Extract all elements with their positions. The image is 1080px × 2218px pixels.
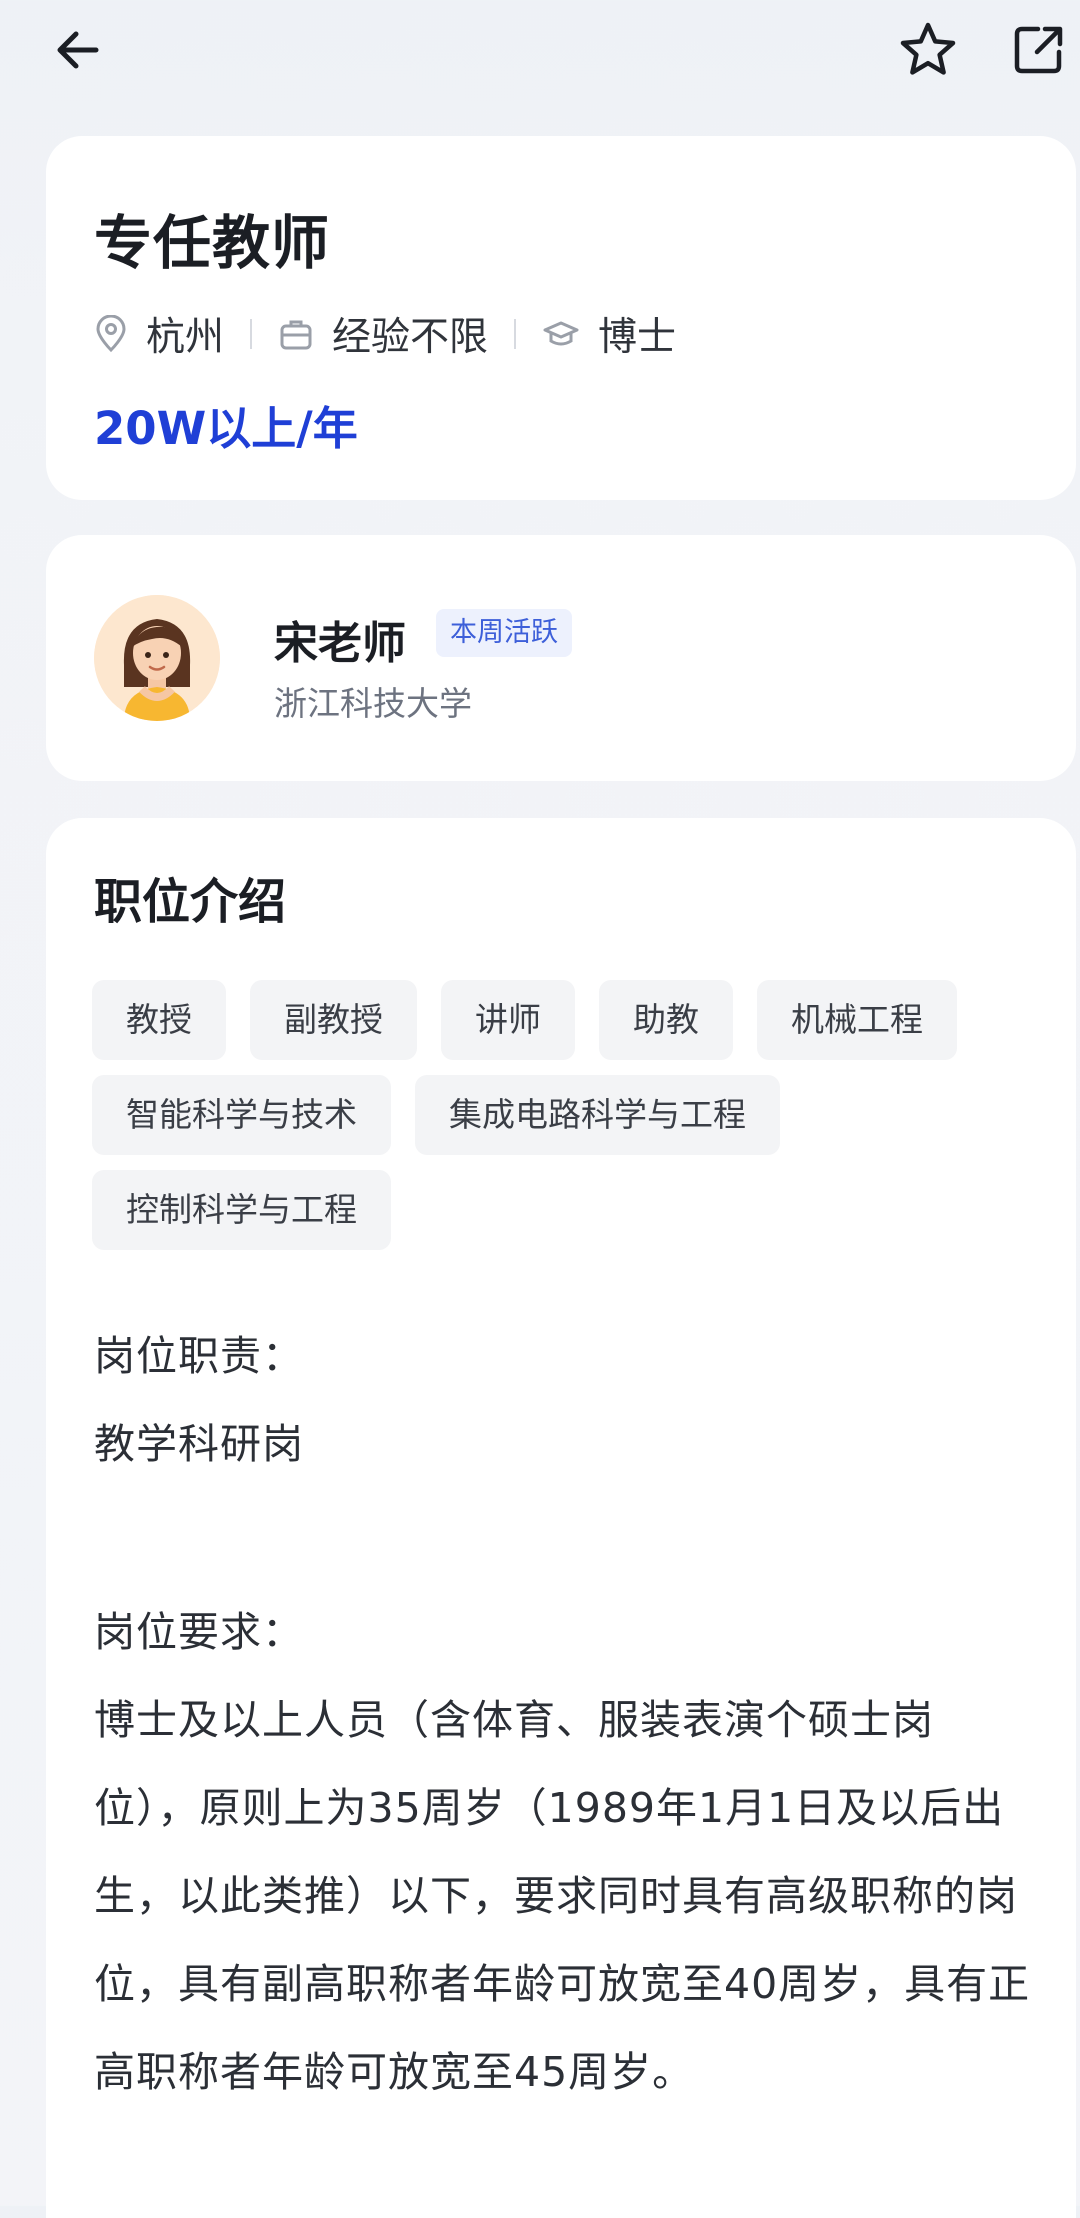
tag-integrated-circuit: 集成电路科学与工程 (415, 1075, 780, 1155)
tag-control-science: 控制科学与工程 (92, 1170, 391, 1250)
recruiter-organization: 浙江科技大学 (274, 684, 472, 723)
arrow-left-icon (57, 31, 99, 69)
tag-intelligent-science: 智能科学与技术 (92, 1075, 391, 1155)
share-out-icon (1014, 26, 1063, 74)
tag-mechanical-engineering: 机械工程 (757, 980, 957, 1060)
share-button[interactable] (998, 10, 1078, 90)
recruiter-card[interactable]: 宋老师 本周活跃 浙江科技大学 (46, 535, 1076, 781)
meta-divider (514, 319, 517, 349)
graduation-cap-icon (543, 321, 579, 346)
duty-label: 岗位职责： (94, 1332, 304, 1380)
requirement-label: 岗位要求： (94, 1608, 304, 1656)
recruiter-name: 宋老师 (274, 618, 406, 669)
meta-divider (250, 319, 253, 349)
briefcase-icon (280, 320, 312, 350)
tag-associate-professor: 副教授 (250, 980, 417, 1060)
section-title: 职位介绍 (94, 874, 287, 930)
back-button[interactable] (38, 10, 118, 90)
job-meta-row: 杭州 经验不限 博士 (94, 306, 676, 362)
tag-lecturer: 讲师 (441, 980, 575, 1060)
education-text: 博士 (598, 315, 677, 360)
tag-professor: 教授 (92, 980, 226, 1060)
tag-assistant: 助教 (599, 980, 733, 1060)
experience-item: 经验不限 (278, 306, 488, 362)
job-title: 专任教师 (94, 209, 331, 277)
favorite-button[interactable] (888, 10, 968, 90)
star-outline-icon (900, 22, 956, 75)
activity-badge: 本周活跃 (436, 609, 572, 657)
tag-list: 教授 副教授 讲师 助教 机械工程 智能科学与技术 集成电路科学与工程 控制科学… (92, 980, 1042, 1265)
requirement-text: 博士及以上人员（含体育、服装表演个硕士岗位），原则上为35周岁（1989年1月1… (94, 1696, 1031, 2096)
location-item: 杭州 (94, 306, 224, 362)
avatar[interactable] (94, 595, 220, 721)
duty-text: 教学科研岗 (94, 1420, 304, 1468)
top-navigation-bar (0, 0, 1080, 110)
location-text: 杭州 (146, 315, 225, 360)
education-item: 博士 (542, 306, 676, 362)
recruiter-avatar-illustration (94, 595, 220, 721)
location-pin-icon (96, 315, 126, 353)
job-summary-card: 专任教师 杭州 经验不限 博士 20W以上/年 (46, 136, 1076, 500)
salary-text: 20W以上/年 (94, 402, 358, 455)
job-description-card: 职位介绍 教授 副教授 讲师 助教 机械工程 智能科学与技术 集成电路科学与工程… (46, 818, 1076, 2218)
experience-text: 经验不限 (332, 315, 489, 360)
